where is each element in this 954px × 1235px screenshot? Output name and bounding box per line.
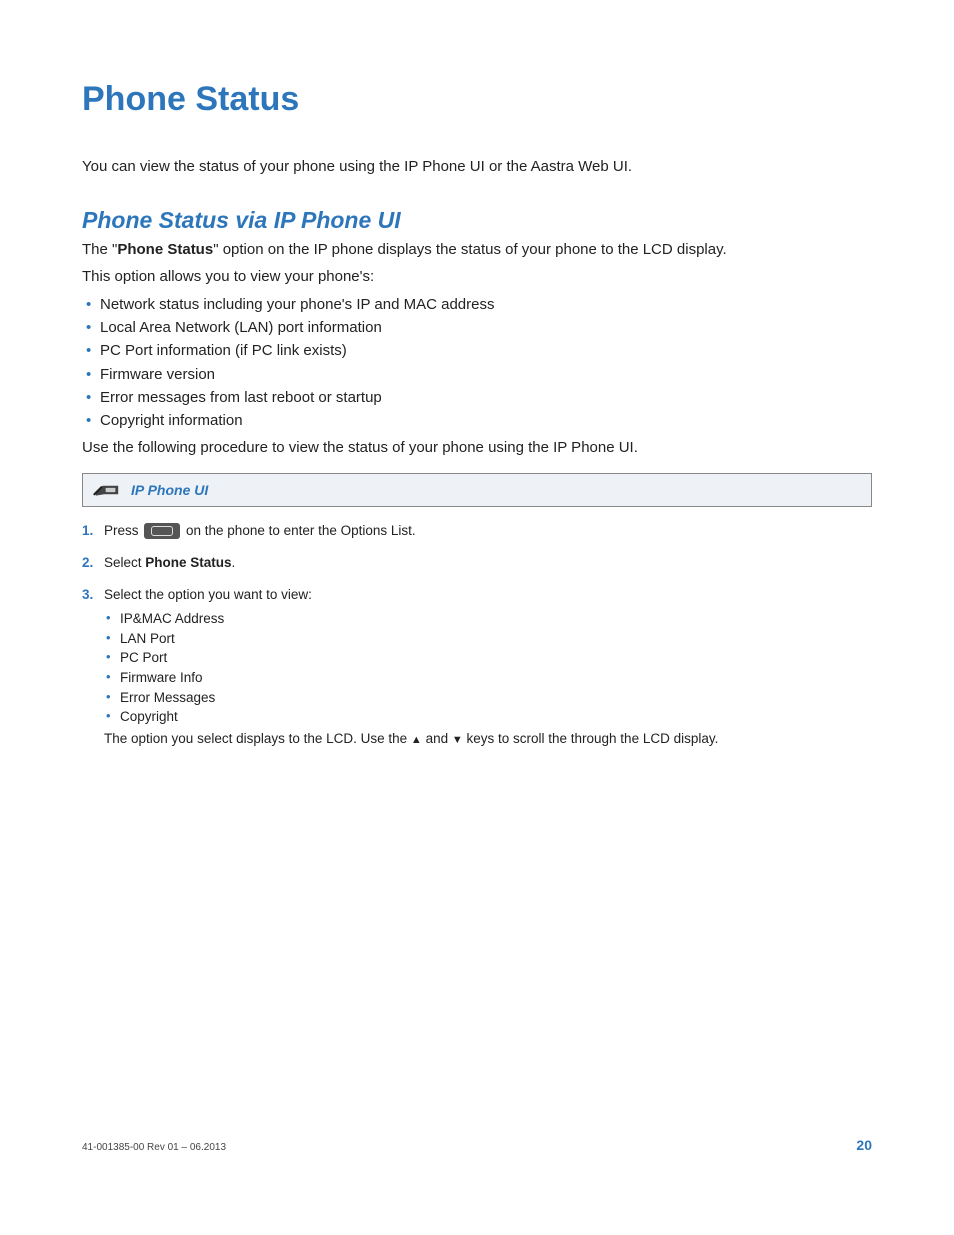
list-item: PC Port information (if PC link exists) (82, 339, 872, 362)
list-item: Copyright information (82, 409, 872, 432)
text-fragment: " option on the IP phone displays the st… (213, 241, 726, 258)
list-item: Local Area Network (LAN) port informatio… (82, 316, 872, 339)
list-item: Error messages from last reboot or start… (82, 386, 872, 409)
text-fragment: Select (104, 555, 145, 570)
list-item: Copyright (104, 707, 872, 727)
text-fragment: Select the option you want to view: (104, 587, 312, 602)
up-arrow-icon: ▲ (411, 734, 422, 746)
text-fragment: The " (82, 241, 117, 258)
phone-icon (93, 480, 121, 500)
list-item: Firmware version (82, 363, 872, 386)
step-item: Select Phone Status. (82, 553, 872, 573)
page-footer: 41-001385-00 Rev 01 – 06.2013 20 (82, 1137, 872, 1153)
down-arrow-icon: ▼ (452, 734, 463, 746)
text-fragment: . (232, 555, 236, 570)
text-fragment: Press (104, 523, 142, 538)
page-number: 20 (856, 1137, 872, 1153)
footer-revision: 41-001385-00 Rev 01 – 06.2013 (82, 1142, 226, 1153)
step-item: Select the option you want to view: IP&M… (82, 585, 872, 749)
list-item: Firmware Info (104, 668, 872, 688)
callout-label: IP Phone UI (131, 482, 208, 498)
section-heading: Phone Status via IP Phone UI (82, 207, 872, 234)
intro-paragraph: You can view the status of your phone us… (82, 157, 872, 177)
feature-list: Network status including your phone's IP… (82, 293, 872, 433)
list-item: IP&MAC Address (104, 609, 872, 629)
step-item: Press on the phone to enter the Options … (82, 521, 872, 541)
list-item: Error Messages (104, 688, 872, 708)
numbered-steps: Press on the phone to enter the Options … (82, 521, 872, 749)
bold-term: Phone Status (117, 241, 213, 258)
section-paragraph-1: The "Phone Status" option on the IP phon… (82, 240, 872, 260)
options-key-icon (144, 523, 180, 539)
text-fragment: The option you select displays to the LC… (104, 731, 411, 746)
list-item: Network status including your phone's IP… (82, 293, 872, 316)
page-title: Phone Status (82, 80, 872, 119)
text-fragment: on the phone to enter the Options List. (182, 523, 415, 538)
list-item: PC Port (104, 648, 872, 668)
text-fragment: and (422, 731, 452, 746)
bold-term: Phone Status (145, 555, 231, 570)
list-item: LAN Port (104, 629, 872, 649)
sub-option-list: IP&MAC Address LAN Port PC Port Firmware… (104, 609, 872, 726)
section-paragraph-3: Use the following procedure to view the … (82, 438, 872, 458)
text-fragment: keys to scroll the through the LCD displ… (463, 731, 719, 746)
document-page: Phone Status You can view the status of … (0, 0, 954, 1235)
section-paragraph-2: This option allows you to view your phon… (82, 267, 872, 287)
callout-box: IP Phone UI (82, 473, 872, 507)
